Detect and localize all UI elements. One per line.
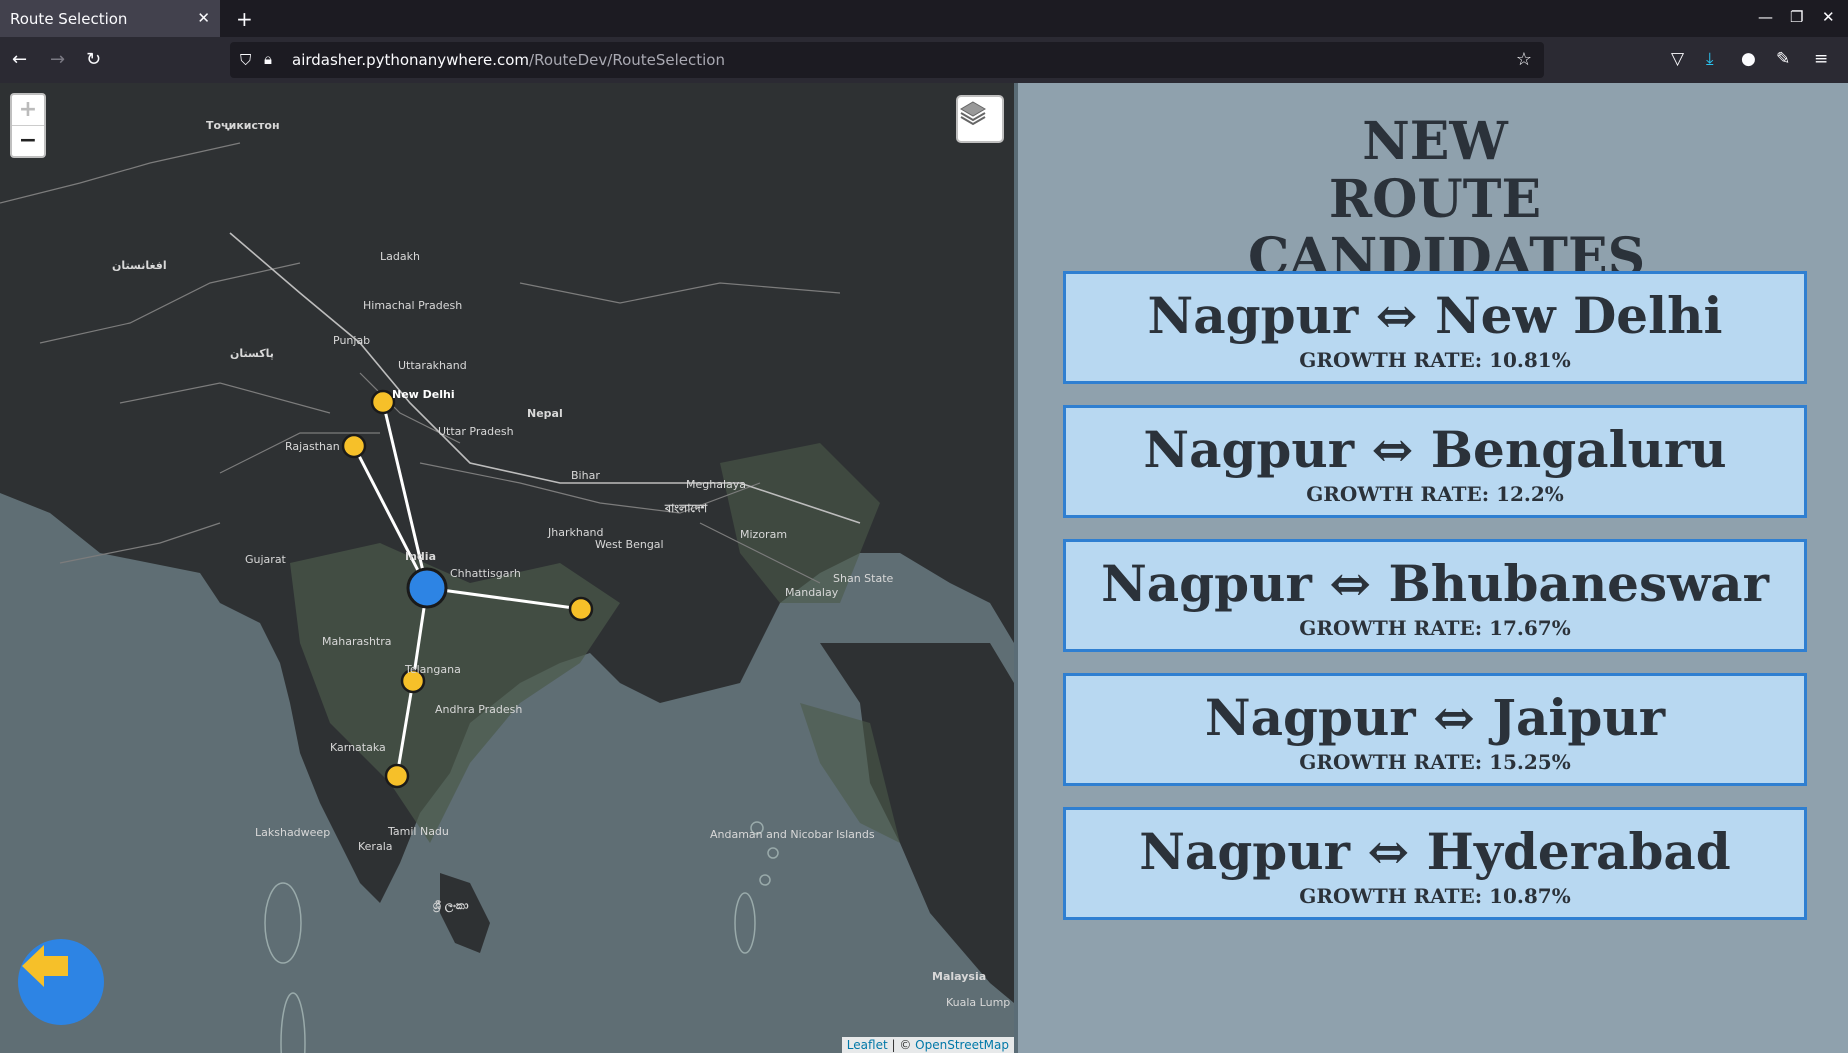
map-attribution: Leaflet | © OpenStreetMap bbox=[841, 1037, 1014, 1053]
route-card[interactable]: Nagpur ⇔ Hyderabad GROWTH RATE: 10.87% bbox=[1063, 807, 1807, 920]
tab-title: Route Selection bbox=[10, 9, 128, 28]
marker-new-delhi bbox=[370, 389, 396, 415]
reload-icon[interactable]: ↻ bbox=[86, 49, 101, 70]
route-name: Nagpur ⇔ Bhubaneswar bbox=[1101, 554, 1769, 613]
map-label: India bbox=[405, 550, 436, 563]
tab-route-selection[interactable]: Route Selection ✕ bbox=[0, 0, 220, 37]
lock-icon[interactable]: 🔒︎ bbox=[264, 50, 272, 68]
close-tab-icon[interactable]: ✕ bbox=[197, 9, 210, 27]
route-card[interactable]: Nagpur ⇔ New Delhi GROWTH RATE: 10.81% bbox=[1063, 271, 1807, 384]
map-view[interactable]: Тоҷикистон افغانستان پاکستان Ladakh Hima… bbox=[0, 83, 1014, 1053]
shield-icon[interactable]: ⛉ bbox=[240, 51, 251, 69]
new-tab-icon[interactable]: + bbox=[236, 7, 253, 31]
map-label: Shan State bbox=[833, 572, 894, 585]
map-label: Kuala Lump bbox=[946, 996, 1011, 1009]
account-icon[interactable]: ● bbox=[1741, 49, 1756, 69]
map-label: Mandalay bbox=[785, 586, 839, 599]
growth-rate: GROWTH RATE: 12.2% bbox=[1306, 482, 1564, 506]
route-card[interactable]: Nagpur ⇔ Bhubaneswar GROWTH RATE: 17.67% bbox=[1063, 539, 1807, 652]
zoom-in-button[interactable]: + bbox=[12, 95, 44, 126]
island bbox=[734, 892, 756, 954]
island bbox=[759, 874, 771, 886]
back-icon[interactable]: ← bbox=[12, 49, 27, 70]
download-icon[interactable]: ⤓ bbox=[1706, 49, 1714, 69]
url-path: /RouteDev/RouteSelection bbox=[529, 51, 725, 69]
map-label: Lakshadweep bbox=[255, 826, 331, 839]
map-label: Kerala bbox=[358, 840, 393, 853]
map-label: Tamil Nadu bbox=[388, 825, 449, 838]
zoom-control: + − bbox=[10, 93, 46, 158]
bookmark-star-icon[interactable]: ☆ bbox=[1516, 49, 1532, 70]
map-label: Ladakh bbox=[380, 250, 420, 263]
map-label: Maharashtra bbox=[322, 635, 392, 648]
growth-rate: GROWTH RATE: 17.67% bbox=[1299, 616, 1571, 640]
route-name: Nagpur ⇔ Bengaluru bbox=[1143, 420, 1727, 479]
marker-bhubaneswar bbox=[568, 596, 594, 622]
map-label: Nepal bbox=[527, 407, 563, 420]
map-label: Andaman and Nicobar Islands bbox=[710, 828, 875, 841]
route-name: Nagpur ⇔ New Delhi bbox=[1147, 286, 1723, 345]
nav-bar: ← → ↻ ⛉ 🔒︎ airdasher.pythonanywhere.com/… bbox=[0, 37, 1848, 83]
panel-title: NEW ROUTE CANDIDATES bbox=[1248, 111, 1646, 288]
growth-rate: GROWTH RATE: 15.25% bbox=[1299, 750, 1571, 774]
island bbox=[264, 882, 302, 964]
layers-icon bbox=[960, 101, 986, 126]
osm-link[interactable]: OpenStreetMap bbox=[915, 1038, 1009, 1052]
forward-icon[interactable]: → bbox=[50, 49, 65, 70]
map-label: Andhra Pradesh bbox=[435, 703, 523, 716]
map-label: Malaysia bbox=[932, 970, 987, 983]
extension-icon[interactable]: ✎ bbox=[1776, 49, 1790, 69]
arrow-left-icon bbox=[22, 945, 68, 987]
map-label: Rajasthan bbox=[285, 440, 340, 453]
zoom-out-button[interactable]: − bbox=[12, 126, 44, 156]
leaflet-link[interactable]: Leaflet bbox=[847, 1038, 888, 1052]
map-label: Bihar bbox=[571, 469, 600, 482]
menu-icon[interactable]: ≡ bbox=[1814, 49, 1828, 69]
map-label: پاکستان bbox=[230, 347, 274, 360]
route-candidates-panel: NEW ROUTE CANDIDATES Nagpur ⇔ New Delhi … bbox=[1014, 83, 1848, 1053]
attribution-separator: | © bbox=[887, 1038, 916, 1052]
growth-rate: GROWTH RATE: 10.81% bbox=[1299, 348, 1571, 372]
map-label: Himachal Pradesh bbox=[363, 299, 463, 312]
route-card[interactable]: Nagpur ⇔ Jaipur GROWTH RATE: 15.25% bbox=[1063, 673, 1807, 786]
map-label: Uttar Pradesh bbox=[438, 425, 514, 438]
growth-rate: GROWTH RATE: 10.87% bbox=[1299, 884, 1571, 908]
minimize-icon[interactable]: — bbox=[1758, 8, 1773, 26]
marker-bengaluru bbox=[384, 763, 410, 789]
island bbox=[280, 992, 306, 1053]
marker-nagpur-hub bbox=[406, 567, 448, 609]
route-name: Nagpur ⇔ Jaipur bbox=[1204, 688, 1666, 747]
map-label: افغانستان bbox=[112, 259, 167, 272]
restore-icon[interactable]: ❐ bbox=[1790, 8, 1803, 26]
window-close-icon[interactable]: ✕ bbox=[1822, 8, 1835, 26]
tab-bar: Route Selection ✕ + — ❐ ✕ bbox=[0, 0, 1848, 37]
map-label: Telangana bbox=[405, 663, 461, 676]
map-label: বাংলাদেশ bbox=[665, 502, 708, 515]
island bbox=[767, 847, 779, 859]
map-label: Uttarakhand bbox=[398, 359, 467, 372]
se-asia bbox=[780, 643, 1014, 1003]
pocket-icon[interactable]: ▽ bbox=[1671, 49, 1684, 69]
map-label: Mizoram bbox=[740, 528, 788, 541]
back-button[interactable] bbox=[18, 939, 104, 1025]
map-label: Chhattisgarh bbox=[450, 567, 521, 580]
url-bar[interactable]: ⛉ 🔒︎ airdasher.pythonanywhere.com/RouteD… bbox=[230, 42, 1544, 78]
url-text: airdasher.pythonanywhere.com/RouteDev/Ro… bbox=[292, 51, 725, 69]
sri-lanka bbox=[440, 873, 490, 953]
map-label: ශ්‍රී ලංකා bbox=[433, 899, 469, 912]
map-label: Gujarat bbox=[245, 553, 286, 566]
map-label: New Delhi bbox=[392, 388, 455, 401]
marker-jaipur bbox=[341, 433, 367, 459]
map-label: Тоҷикистон bbox=[206, 119, 280, 132]
route-card[interactable]: Nagpur ⇔ Bengaluru GROWTH RATE: 12.2% bbox=[1063, 405, 1807, 518]
map-label: Meghalaya bbox=[686, 478, 747, 491]
map-label: West Bengal bbox=[595, 538, 664, 551]
layers-button[interactable] bbox=[956, 95, 1004, 143]
map-label: Karnataka bbox=[330, 741, 386, 754]
map-label: Punjab bbox=[333, 334, 371, 347]
route-name: Nagpur ⇔ Hyderabad bbox=[1139, 822, 1731, 881]
url-domain: airdasher.pythonanywhere.com bbox=[292, 51, 530, 69]
